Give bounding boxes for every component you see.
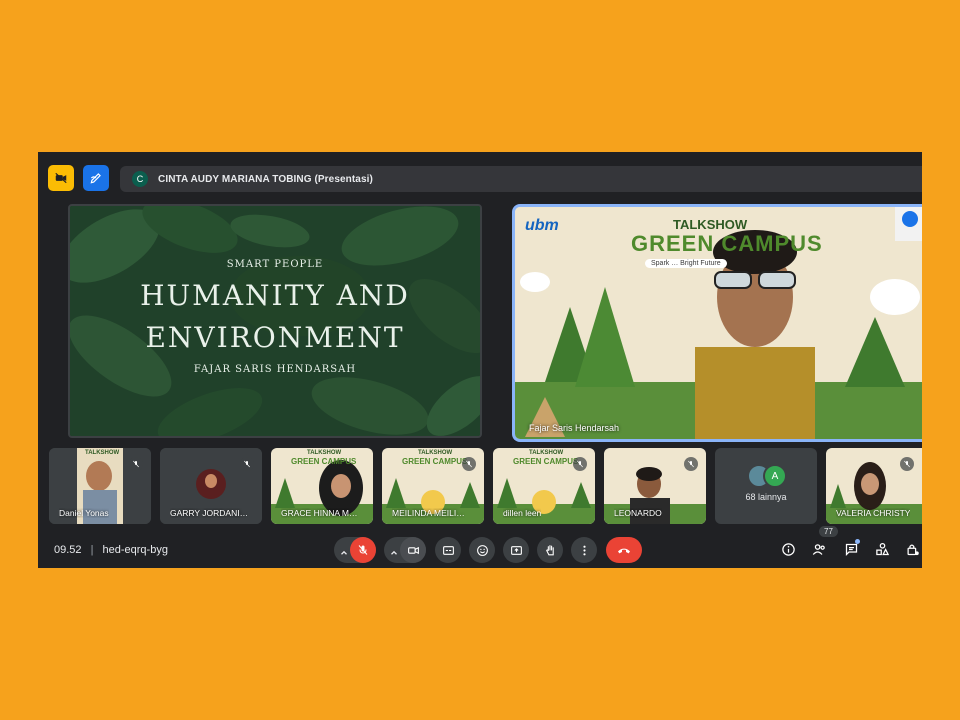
presentation-slide[interactable]: SMART PEOPLE HUMANITY AND ENVIRONMENT FA… xyxy=(68,204,482,438)
participant-name: Daniel Yonas xyxy=(59,508,109,518)
activities-button[interactable] xyxy=(872,539,892,559)
camera-icon xyxy=(407,546,419,554)
mic-off-icon xyxy=(129,457,143,471)
more-options-button[interactable] xyxy=(571,537,597,563)
speaker-tile[interactable]: ubm TALKSHOW GREEN CAMPUS Spark … Bright… xyxy=(512,204,922,442)
top-bar: C CINTA AUDY MARIANA TOBING (Presentasi) xyxy=(38,152,922,192)
chevron-up-icon[interactable] xyxy=(389,545,399,563)
thumb-banner-big: GREEN CAMPUS xyxy=(513,457,579,466)
participant-name: LEONARDO xyxy=(614,508,662,518)
mic-off-button[interactable] xyxy=(350,537,376,563)
captions-button[interactable] xyxy=(435,537,461,563)
info-icon xyxy=(781,542,795,556)
slide-subtitle: SMART PEOPLE xyxy=(226,259,324,270)
participant-name: MEILINDA MEILI… xyxy=(392,508,465,518)
people-icon xyxy=(812,543,825,555)
host-controls-button[interactable] xyxy=(902,539,922,559)
participant-tile[interactable]: VALERIA CHRISTY xyxy=(826,448,922,524)
banner-tagline: Spark … Bright Future xyxy=(645,259,727,268)
camera-button[interactable] xyxy=(400,537,426,563)
activities-icon xyxy=(875,542,889,555)
thumb-banner-small: TALKSHOW xyxy=(529,450,564,456)
participant-name: VALERIA CHRISTY xyxy=(836,508,911,518)
info-button[interactable] xyxy=(778,539,798,559)
raise-hand-icon xyxy=(545,544,554,555)
participant-tile[interactable]: TALKSHOW Daniel Yonas xyxy=(49,448,151,524)
pen-icon[interactable] xyxy=(83,165,109,191)
thumb-banner-big: GREEN CAMPUS xyxy=(291,457,357,466)
chat-button[interactable] xyxy=(841,539,861,559)
mic-off-icon xyxy=(462,457,476,471)
separator: | xyxy=(90,544,94,556)
bottom-bar: 09.52 | hed-eqrq-byg 77 xyxy=(38,526,922,568)
participant-tile[interactable]: GARRY JORDANI… xyxy=(160,448,262,524)
camera-off-icon[interactable] xyxy=(48,165,74,191)
chevron-up-icon[interactable] xyxy=(339,545,349,563)
banner-brand: ubm xyxy=(525,217,559,234)
people-button[interactable] xyxy=(809,539,829,559)
mic-off-icon xyxy=(240,457,254,471)
meet-window: C CINTA AUDY MARIANA TOBING (Presentasi)… xyxy=(38,152,922,568)
participant-tile[interactable]: TALKSHOW GREEN CAMPUS GRACE HINNA M… xyxy=(271,448,373,524)
more-icon xyxy=(582,545,586,555)
banner-small: TALKSHOW xyxy=(673,217,748,232)
participant-name: GARRY JORDANI… xyxy=(170,508,249,518)
end-call-icon xyxy=(618,548,630,554)
thumb-banner-small: TALKSHOW xyxy=(85,450,120,456)
camera-control xyxy=(384,537,426,563)
chat-notification-dot xyxy=(855,539,860,544)
present-icon xyxy=(510,545,522,555)
participant-tile[interactable]: TALKSHOW GREEN CAMPUS MEILINDA MEILI… xyxy=(382,448,484,524)
participant-name: GRACE HINNA M… xyxy=(281,508,358,518)
thumb-banner-small: TALKSHOW xyxy=(307,450,342,456)
participant-count-badge: 77 xyxy=(819,526,838,537)
speaker-name: Fajar Saris Hendarsah xyxy=(529,423,620,433)
slide-title-line1: HUMANITY AND xyxy=(140,279,410,312)
other-avatar-letter: A xyxy=(763,464,787,488)
participant-tile[interactable]: TALKSHOW GREEN CAMPUS dillen leen xyxy=(493,448,595,524)
captions-icon xyxy=(442,545,454,555)
slide-author: FAJAR SARIS HENDARSAH xyxy=(193,364,357,375)
present-button[interactable] xyxy=(503,537,529,563)
mic-off-icon xyxy=(684,457,698,471)
mic-off-icon xyxy=(900,457,914,471)
others-count: 68 lainnya xyxy=(745,492,787,502)
thumb-banner-small: TALKSHOW xyxy=(418,450,453,456)
mic-off-icon xyxy=(358,545,368,555)
raise-hand-button[interactable] xyxy=(537,537,563,563)
presenter-avatar: C xyxy=(132,171,148,187)
meeting-code: hed-eqrq-byg xyxy=(102,544,168,556)
meeting-info: 09.52 | hed-eqrq-byg xyxy=(54,544,168,556)
thumb-banner-big: GREEN CAMPUS xyxy=(402,457,468,466)
participant-tile[interactable]: LEONARDO xyxy=(604,448,706,524)
presenter-label: CINTA AUDY MARIANA TOBING (Presentasi) xyxy=(158,173,373,185)
host-controls-icon xyxy=(907,544,919,555)
emoji-icon xyxy=(476,544,488,556)
emoji-button[interactable] xyxy=(469,537,495,563)
mic-control xyxy=(334,537,376,563)
end-call-button[interactable] xyxy=(606,537,642,563)
mic-off-icon xyxy=(573,457,587,471)
banner-big: GREEN CAMPUS xyxy=(631,231,823,256)
presenter-banner: C CINTA AUDY MARIANA TOBING (Presentasi) xyxy=(120,166,922,192)
others-tile[interactable]: A 68 lainnya xyxy=(715,448,817,524)
clock-time: 09.52 xyxy=(54,544,82,556)
slide-title-line2: ENVIRONMENT xyxy=(145,321,405,354)
participant-name: dillen leen xyxy=(503,508,542,518)
